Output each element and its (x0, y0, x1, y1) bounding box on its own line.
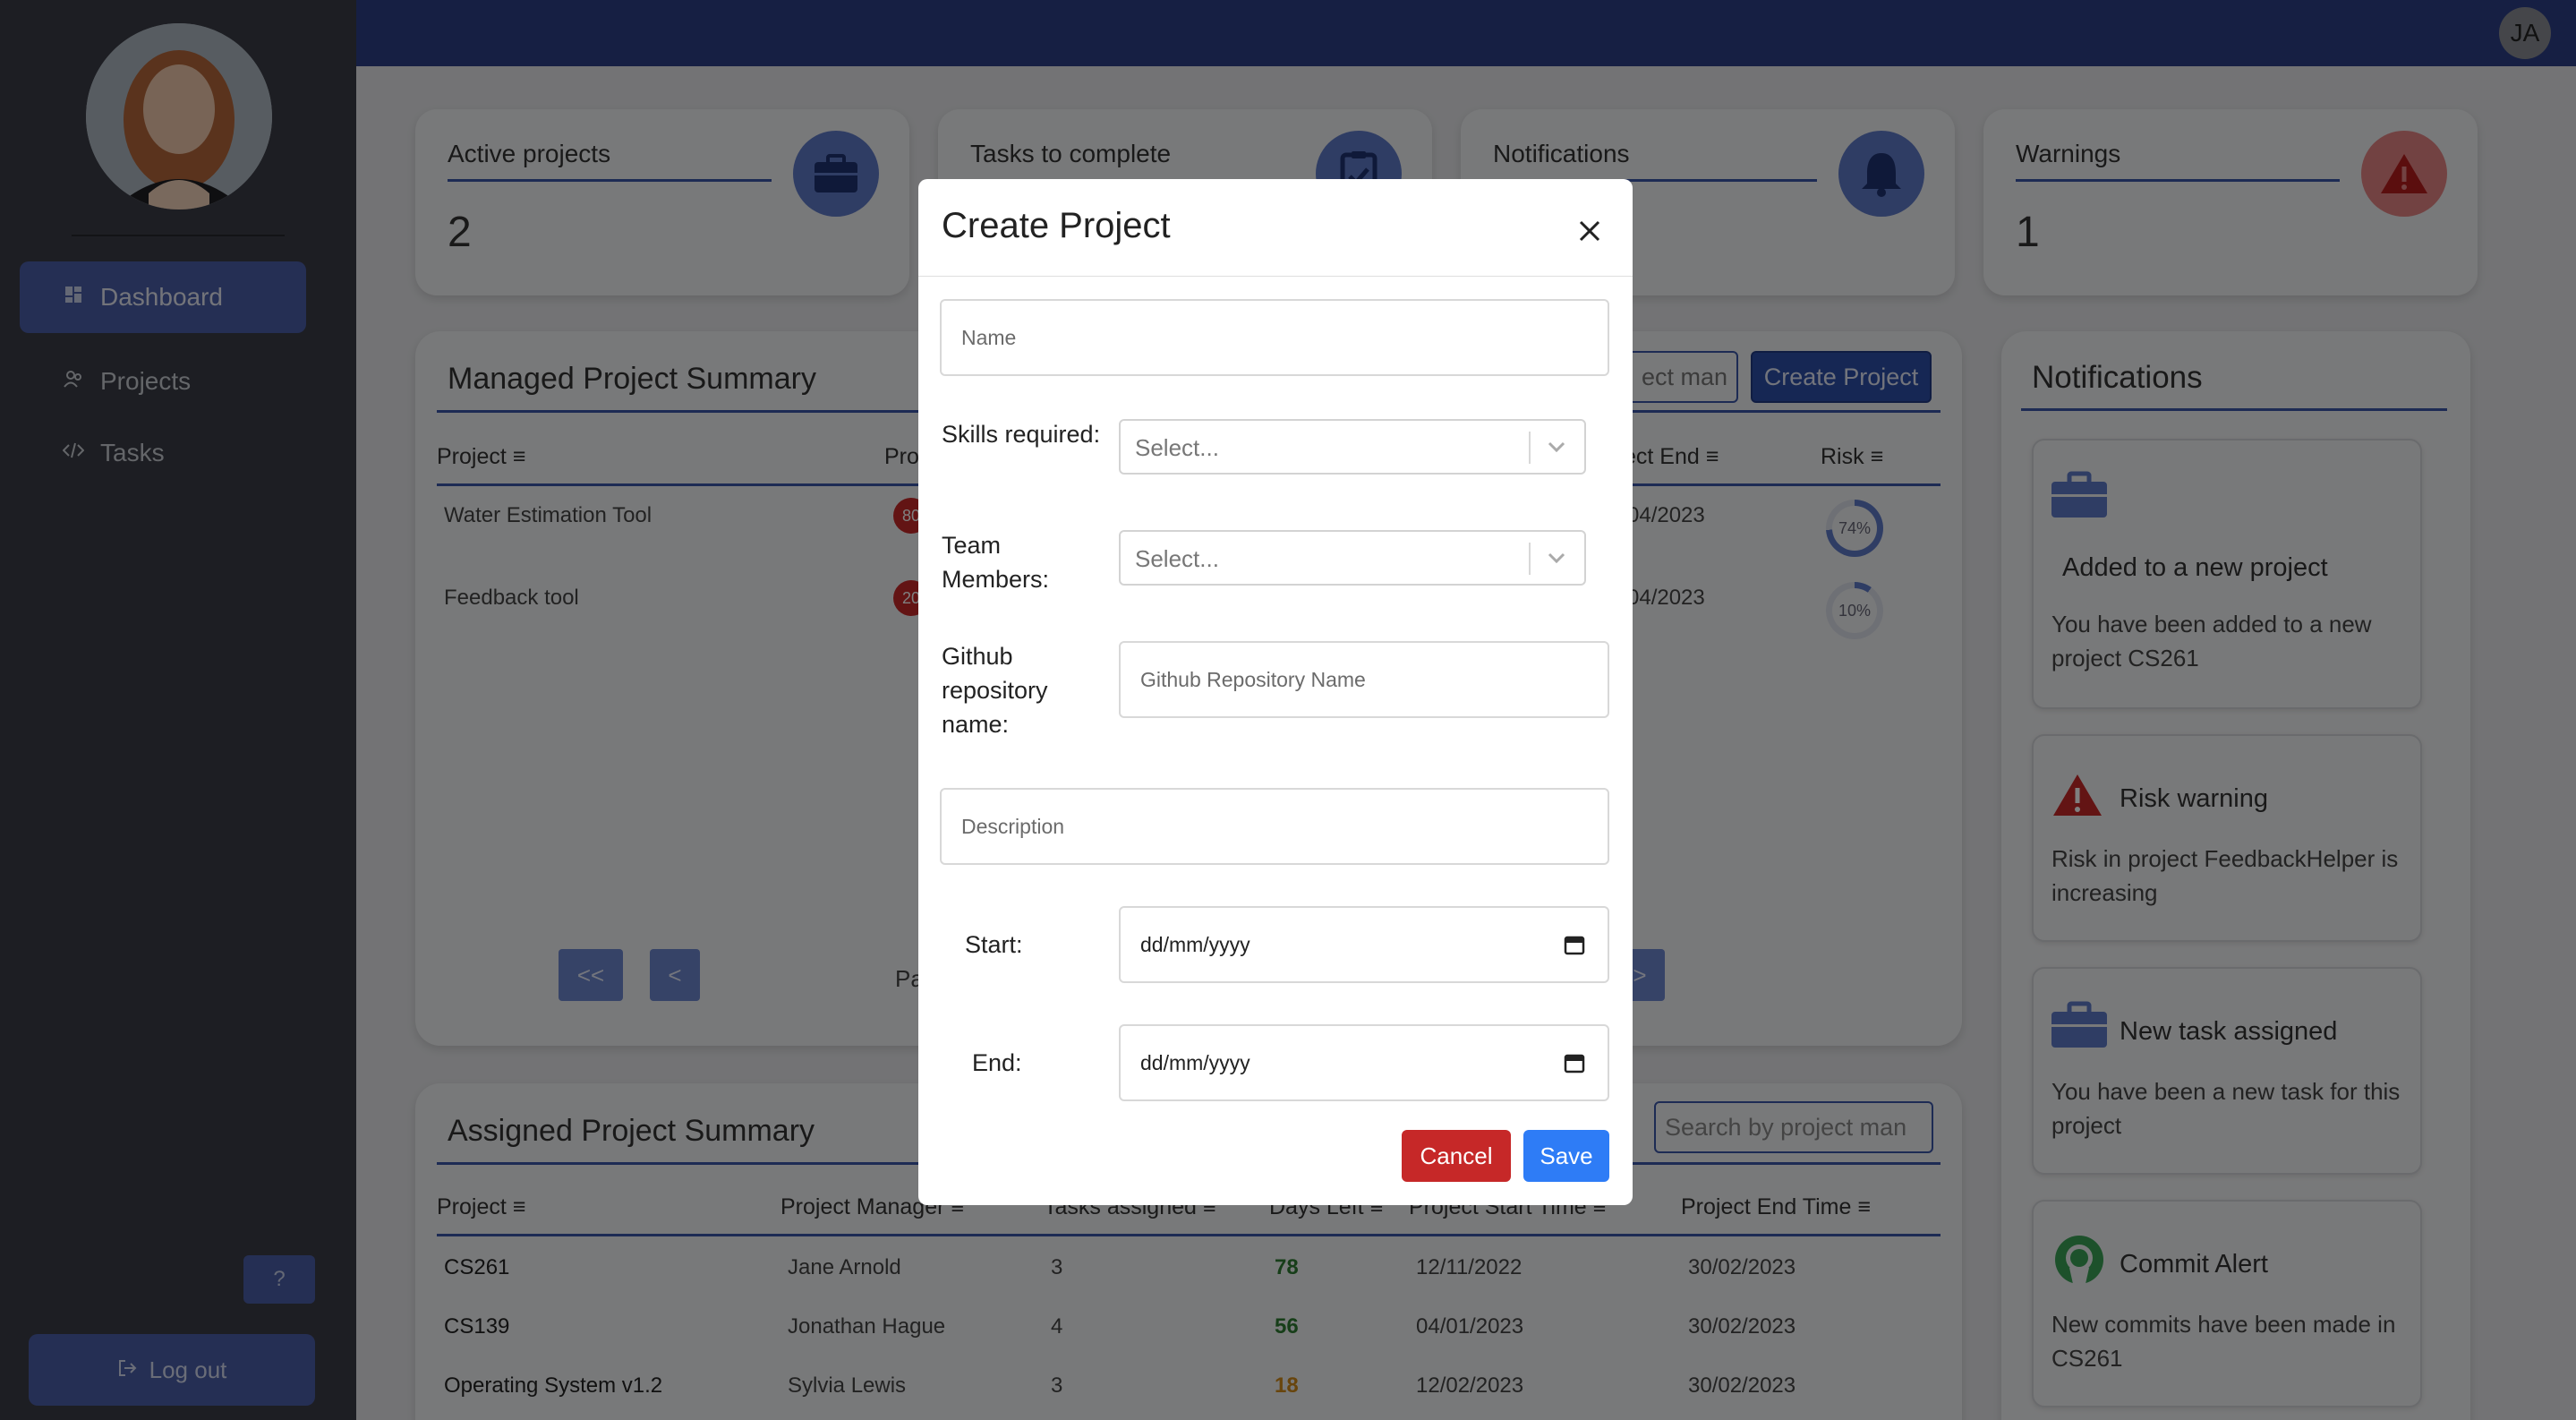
date-value: dd/mm/yyyy (1140, 1051, 1250, 1074)
end-date-input[interactable]: dd/mm/yyyy (1119, 1024, 1609, 1101)
start-label: Start: (965, 931, 1023, 958)
chevron-down-icon (1545, 546, 1568, 569)
team-select[interactable]: Select... (1119, 530, 1586, 586)
select-placeholder: Select... (1135, 434, 1219, 461)
save-button[interactable]: Save (1523, 1130, 1609, 1182)
modal-divider (918, 276, 1633, 277)
modal-title: Create Project (942, 206, 1171, 245)
start-date-input[interactable]: dd/mm/yyyy (1119, 906, 1609, 983)
team-label: Team Members: (942, 532, 1050, 593)
github-repo-input[interactable]: Github Repository Name (1119, 641, 1609, 718)
github-label: Github repository name: (942, 643, 1048, 738)
close-icon[interactable] (1574, 215, 1606, 247)
select-separator (1529, 432, 1531, 464)
end-label: End: (972, 1049, 1022, 1076)
skills-label: Skills required: (942, 421, 1101, 448)
select-placeholder: Select... (1135, 545, 1219, 572)
calendar-icon[interactable] (1563, 933, 1586, 956)
name-input[interactable]: Name (940, 299, 1609, 376)
chevron-down-icon (1545, 435, 1568, 458)
date-value: dd/mm/yyyy (1140, 933, 1250, 956)
description-input[interactable]: Description (940, 788, 1609, 865)
calendar-icon[interactable] (1563, 1051, 1586, 1074)
select-separator (1529, 543, 1531, 575)
create-project-modal: Create Project Name Skills required: Sel… (918, 179, 1633, 1205)
skills-select[interactable]: Select... (1119, 419, 1586, 475)
cancel-button[interactable]: Cancel (1402, 1130, 1511, 1182)
